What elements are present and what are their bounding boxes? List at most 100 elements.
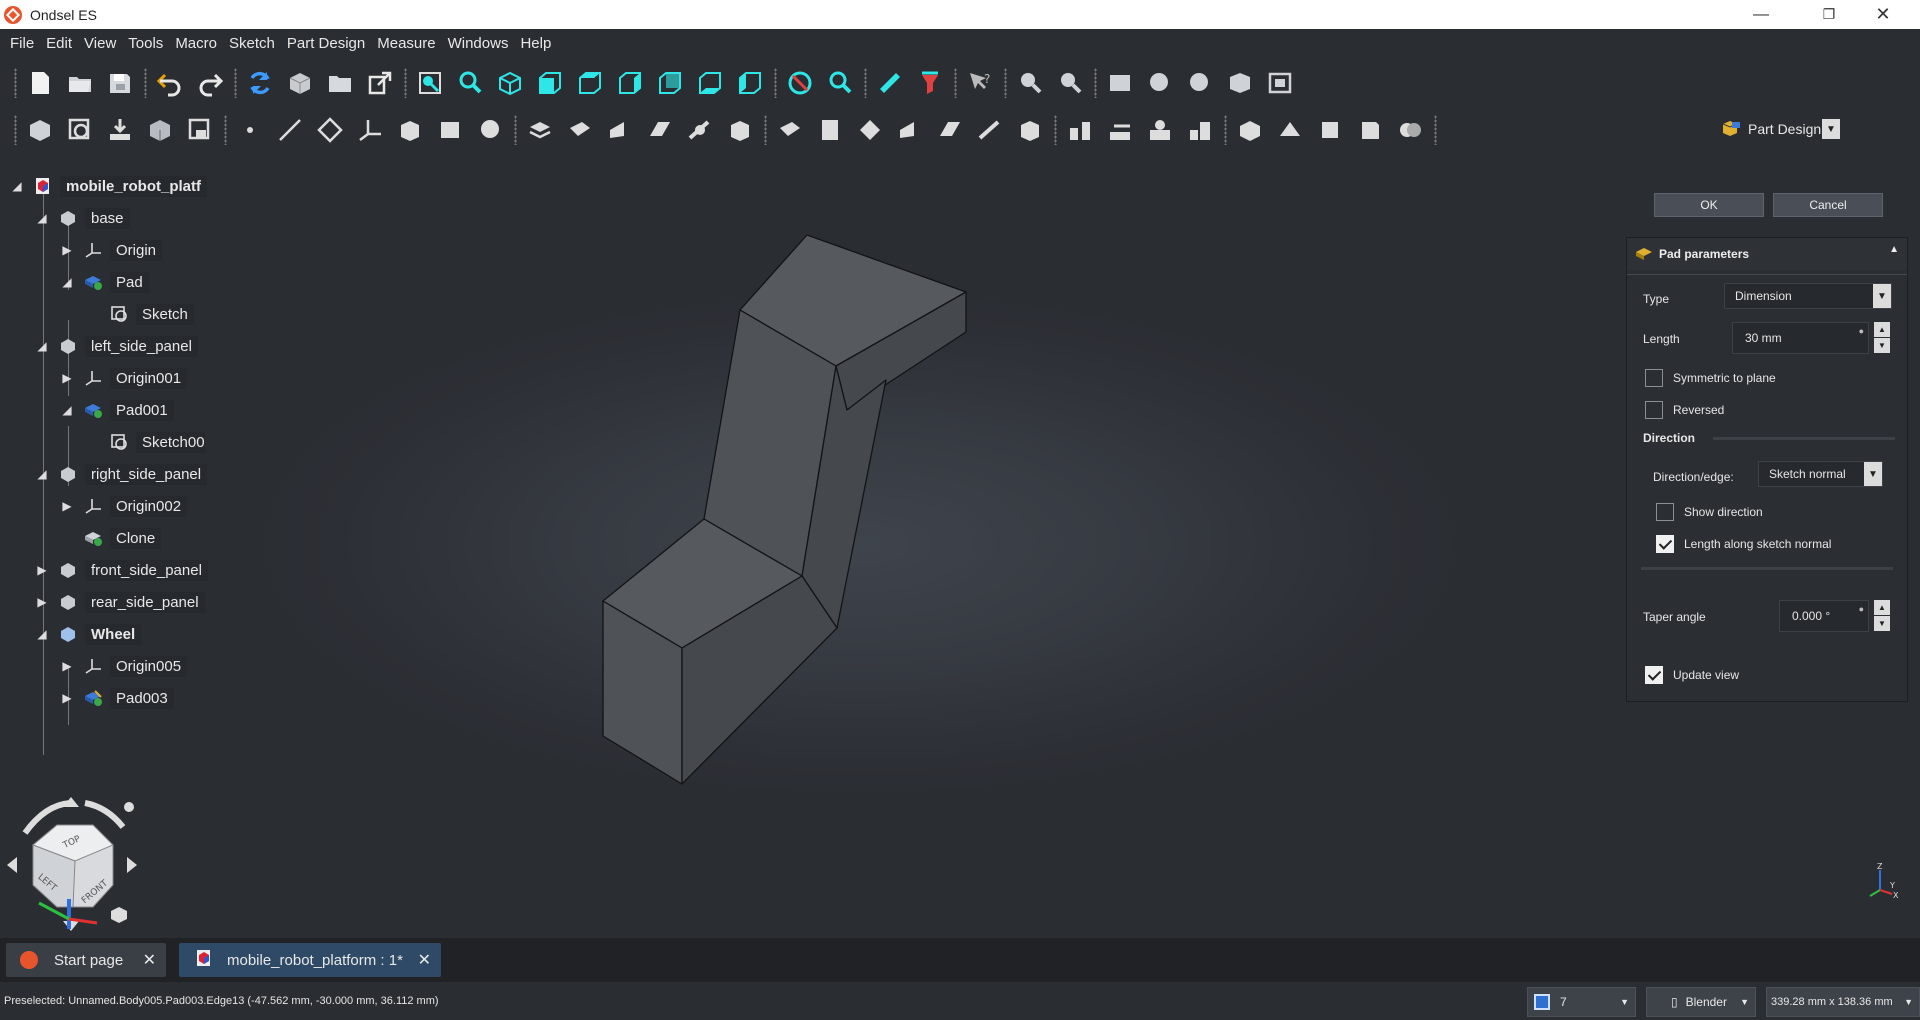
expand-arrow-icon[interactable]: ▶: [60, 243, 74, 257]
tree-item[interactable]: ▶ Origin001: [60, 362, 188, 394]
increment-icon[interactable]: ▲: [1874, 600, 1890, 615]
expression-icon[interactable]: ●: [1859, 604, 1864, 614]
close-icon[interactable]: ✕: [1860, 0, 1906, 29]
additive-helix-button[interactable]: [1350, 111, 1390, 149]
tree-item[interactable]: ◢ left_side_panel: [35, 330, 198, 362]
length-input[interactable]: 30 mm ●: [1732, 322, 1869, 354]
draft-button[interactable]: [850, 111, 890, 149]
tree-item[interactable]: ◢ Pad: [60, 266, 149, 298]
create-sketch-button[interactable]: [60, 111, 100, 149]
menu-part-design[interactable]: Part Design: [281, 29, 371, 59]
toolbar-grip[interactable]: [510, 115, 520, 145]
panel-header[interactable]: Pad parameters ▲: [1627, 238, 1907, 270]
groove-button[interactable]: [600, 111, 640, 149]
clipping-plane-button[interactable]: [910, 64, 950, 102]
workbench-selector[interactable]: Part Design ▼: [1720, 116, 1840, 142]
toolbar-grip[interactable]: [1050, 115, 1060, 145]
menu-tools[interactable]: Tools: [122, 29, 169, 59]
menu-view[interactable]: View: [78, 29, 122, 59]
new-document-button[interactable]: [20, 64, 60, 102]
measure-clear-button[interactable]: [780, 64, 820, 102]
chevron-down-icon[interactable]: ▼: [1864, 462, 1882, 486]
toolbar-grip[interactable]: [760, 115, 770, 145]
mirrored-button[interactable]: [930, 111, 970, 149]
fit-all-button[interactable]: [410, 64, 450, 102]
sub-shape-binder-button[interactable]: [180, 111, 220, 149]
decrement-icon[interactable]: ▼: [1874, 616, 1890, 631]
expression-icon[interactable]: ●: [1859, 326, 1864, 336]
link-button[interactable]: [360, 64, 400, 102]
fillet-button[interactable]: [770, 111, 810, 149]
expand-arrow-icon[interactable]: ▶: [60, 499, 74, 513]
expand-arrow-icon[interactable]: ▶: [35, 595, 49, 609]
additive-prism-button[interactable]: [1310, 111, 1350, 149]
view-front-button[interactable]: [530, 64, 570, 102]
tab-start-page[interactable]: Start page ✕: [6, 943, 166, 977]
view-rear-button[interactable]: [650, 64, 690, 102]
update-view-checkbox[interactable]: [1645, 666, 1663, 684]
multitransform-button[interactable]: [1060, 111, 1100, 149]
tree-item[interactable]: Clone: [60, 522, 162, 554]
reversed-checkbox[interactable]: [1645, 401, 1663, 419]
tree-item[interactable]: ◢ Wheel: [35, 618, 142, 650]
redo-button[interactable]: [190, 64, 230, 102]
collapse-panel-icon[interactable]: ▲: [1889, 244, 1899, 255]
undo-button[interactable]: [150, 64, 190, 102]
local-coordinate-system-button[interactable]: [350, 111, 390, 149]
navigation-style-selector[interactable]: ▯ Blender ▼: [1646, 987, 1756, 1017]
view-left-button[interactable]: [730, 64, 770, 102]
toolbar-grip[interactable]: [1220, 115, 1230, 145]
datum-plane-button[interactable]: [310, 111, 350, 149]
refresh-button[interactable]: [240, 64, 280, 102]
increment-icon[interactable]: ▲: [1874, 322, 1890, 337]
tree-item[interactable]: Sketch00: [86, 426, 205, 458]
additive-wedge-button[interactable]: [1270, 111, 1310, 149]
view-top-button[interactable]: [570, 64, 610, 102]
tab-mobile-robot-platform[interactable]: mobile_robot_platform : 1* ✕: [179, 943, 441, 977]
collapse-arrow-icon[interactable]: ◢: [35, 627, 49, 641]
length-along-normal-checkbox[interactable]: [1656, 535, 1674, 553]
view-isometric-button[interactable]: [490, 64, 530, 102]
taper-angle-stepper[interactable]: ▲ ▼: [1874, 600, 1892, 632]
boolean-1-button[interactable]: [1140, 111, 1180, 149]
collapse-arrow-icon[interactable]: ◢: [35, 211, 49, 225]
boolean-2-button[interactable]: [1180, 111, 1220, 149]
collapse-arrow-icon[interactable]: ◢: [60, 275, 74, 289]
datum-point-button[interactable]: [230, 111, 270, 149]
taper-angle-input[interactable]: 0.000 ° ●: [1779, 600, 1869, 632]
tree-item[interactable]: ◢ Pad001: [60, 394, 174, 426]
expand-arrow-icon[interactable]: ▶: [60, 691, 74, 705]
std-zoom-out-button[interactable]: [1050, 64, 1090, 102]
chamfer-button[interactable]: [810, 111, 850, 149]
collapse-arrow-icon[interactable]: ◢: [10, 179, 24, 193]
direction-edge-select[interactable]: Sketch normal ▼: [1758, 461, 1883, 487]
fit-selection-button[interactable]: [450, 64, 490, 102]
expand-arrow-icon[interactable]: ▶: [60, 371, 74, 385]
toolbar-grip[interactable]: [1430, 115, 1440, 145]
std-view-3-button[interactable]: [1180, 64, 1220, 102]
thickness-button[interactable]: [890, 111, 930, 149]
part-box-button[interactable]: [280, 64, 320, 102]
toolbar-grip[interactable]: [220, 115, 230, 145]
chevron-down-icon[interactable]: ▼: [1873, 284, 1891, 308]
import-button[interactable]: [100, 111, 140, 149]
tree-item[interactable]: ▶ Pad003: [60, 682, 174, 714]
toolbar-grip[interactable]: [10, 115, 20, 145]
view-bottom-button[interactable]: [690, 64, 730, 102]
save-document-button[interactable]: [100, 64, 140, 102]
toolbar-grip[interactable]: [400, 68, 410, 98]
open-document-button[interactable]: [60, 64, 100, 102]
cancel-button[interactable]: Cancel: [1773, 193, 1883, 217]
toolbar-grip[interactable]: [10, 68, 20, 98]
menu-sketch[interactable]: Sketch: [223, 29, 281, 59]
std-view-4-button[interactable]: [1220, 64, 1260, 102]
toolbar-grip[interactable]: [770, 68, 780, 98]
minimize-icon[interactable]: —: [1738, 0, 1784, 29]
dimensions-readout[interactable]: 339.28 mm x 138.36 mm ▼: [1766, 987, 1920, 1017]
measure-distance-button[interactable]: [870, 64, 910, 102]
toolbar-grip[interactable]: [230, 68, 240, 98]
linear-pattern-button[interactable]: [970, 111, 1010, 149]
toolbar-grip[interactable]: [860, 68, 870, 98]
tree-item[interactable]: ◢ right_side_panel: [35, 458, 208, 490]
symmetric-checkbox[interactable]: [1645, 369, 1663, 387]
